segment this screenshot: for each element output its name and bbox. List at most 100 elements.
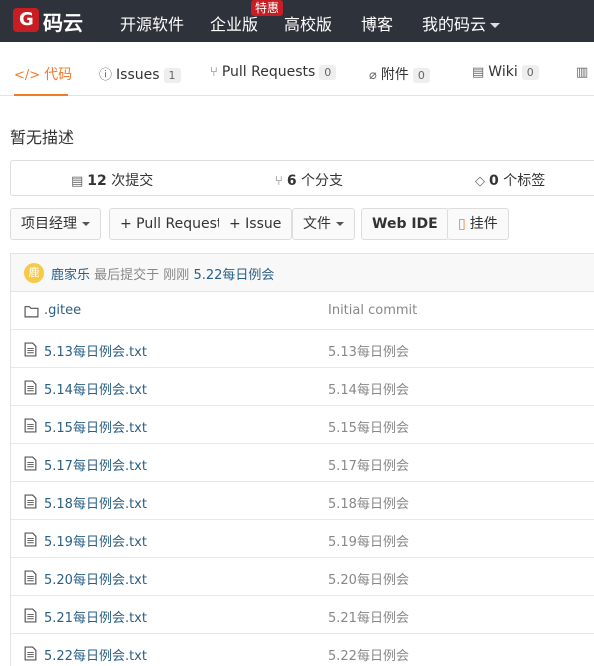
gitee-logo[interactable]: G: [13, 8, 39, 32]
commits-stat[interactable]: ▤ 12 次提交: [71, 170, 153, 190]
issues-icon: ⓘ: [99, 68, 113, 83]
avatar[interactable]: 鹿: [24, 263, 44, 283]
file-name[interactable]: 5.13每日例会.txt: [44, 341, 147, 360]
nav-my-gitee-label: 我的码云: [422, 15, 487, 34]
file-commit-message[interactable]: 5.18每日例会: [328, 493, 409, 512]
latest-commit-bar: 鹿 鹿家乐 最后提交于 刚刚 5.22每日例会: [10, 253, 594, 291]
commit-message[interactable]: 5.22每日例会: [193, 268, 274, 283]
tab-wiki-label: Wiki: [488, 64, 518, 80]
new-pull-request-button[interactable]: + Pull Request: [109, 208, 234, 240]
tab-code[interactable]: </> 代码: [14, 64, 72, 96]
issues-count: 1: [163, 68, 181, 83]
web-ide-button[interactable]: Web IDE: [361, 208, 449, 240]
commits-count: 12: [87, 173, 107, 189]
branches-label: 个分支: [301, 173, 344, 189]
manage-label: 项目经理: [21, 216, 77, 232]
special-offer-badge: 特惠: [251, 0, 284, 16]
file-name[interactable]: 5.18每日例会.txt: [44, 493, 147, 512]
nav-university[interactable]: 高校版: [284, 11, 332, 35]
file-name[interactable]: 5.14每日例会.txt: [44, 379, 147, 398]
file-icon: [24, 532, 37, 547]
pull-requests-count: 0: [319, 65, 337, 80]
file-icon: [24, 418, 37, 433]
code-icon: </>: [14, 68, 41, 83]
chevron-down-icon: [82, 222, 90, 226]
file-list: .gitee Initial commit 5.13每日例会.txt 5.13每…: [10, 291, 594, 666]
file-name[interactable]: 5.17每日例会.txt: [44, 455, 147, 474]
file-row[interactable]: 5.22每日例会.txt 5.22每日例会: [11, 634, 594, 666]
new-issue-button[interactable]: + Issue: [219, 208, 293, 240]
file-name[interactable]: .gitee: [44, 303, 81, 318]
tag-icon: ◇: [475, 174, 485, 189]
commit-info: 鹿家乐 最后提交于 刚刚 5.22每日例会: [51, 264, 274, 283]
repo-tabs: </> 代码 ⓘ Issues 1 ⑂ Pull Requests 0 ⌀ 附件 0 ▤ Wik…: [0, 50, 594, 96]
file-commit-message[interactable]: 5.19每日例会: [328, 531, 409, 550]
branch-icon: ⑂: [275, 174, 283, 189]
commit-icon: ▤: [71, 174, 84, 189]
tab-attachments[interactable]: ⌀ 附件 0: [369, 64, 430, 96]
file-row[interactable]: 5.18每日例会.txt 5.18每日例会: [11, 482, 594, 520]
file-icon: [24, 342, 37, 357]
file-row[interactable]: 5.13每日例会.txt 5.13每日例会: [11, 330, 594, 368]
pull-request-icon: ⑂: [210, 65, 218, 80]
file-icon: [24, 608, 37, 623]
logo-letter: G: [19, 9, 34, 30]
tags-label: 个标签: [503, 173, 546, 189]
file-commit-message[interactable]: 5.13每日例会: [328, 341, 409, 360]
commit-author[interactable]: 鹿家乐: [51, 268, 90, 283]
file-icon: [24, 646, 37, 661]
file-name[interactable]: 5.15每日例会.txt: [44, 417, 147, 436]
file-icon: [24, 494, 37, 509]
file-row[interactable]: 5.15每日例会.txt 5.15每日例会: [11, 406, 594, 444]
bookmark-icon: ▯: [458, 216, 466, 232]
file-row[interactable]: 5.19每日例会.txt 5.19每日例会: [11, 520, 594, 558]
chevron-down-icon: [336, 222, 344, 226]
file-name[interactable]: 5.19每日例会.txt: [44, 531, 147, 550]
wiki-count: 0: [521, 65, 539, 80]
wiki-icon: ▤: [472, 65, 485, 80]
nav-open-source[interactable]: 开源软件: [120, 11, 184, 35]
file-name[interactable]: 5.20每日例会.txt: [44, 569, 147, 588]
tab-code-label: 代码: [44, 67, 73, 83]
file-commit-message[interactable]: 5.15每日例会: [328, 417, 409, 436]
file-dropdown-button[interactable]: 文件: [292, 208, 355, 240]
tags-count: 0: [489, 173, 499, 189]
file-row[interactable]: 5.14每日例会.txt 5.14每日例会: [11, 368, 594, 406]
widget-label: 挂件: [469, 216, 498, 232]
file-row[interactable]: 5.21每日例会.txt 5.21每日例会: [11, 596, 594, 634]
file-row[interactable]: .gitee Initial commit: [11, 292, 594, 330]
tab-stats[interactable]: ▥: [576, 64, 592, 96]
tab-pull-requests[interactable]: ⑂ Pull Requests 0: [210, 64, 337, 96]
commit-time: 最后提交于 刚刚: [94, 268, 190, 283]
file-commit-message[interactable]: 5.21每日例会: [328, 607, 409, 626]
file-label: 文件: [303, 216, 331, 232]
file-commit-message[interactable]: 5.14每日例会: [328, 379, 409, 398]
commits-label: 次提交: [111, 173, 154, 189]
attachment-icon: ⌀: [369, 68, 377, 83]
file-commit-message[interactable]: Initial commit: [328, 303, 417, 318]
file-commit-message[interactable]: 5.20每日例会: [328, 569, 409, 588]
repo-stats-bar: ▤ 12 次提交 ⑂ 6 个分支 ◇ 0 个标签: [10, 160, 594, 196]
branches-stat[interactable]: ⑂ 6 个分支: [275, 170, 343, 190]
tab-attachments-label: 附件: [380, 67, 409, 83]
nav-blog[interactable]: 博客: [361, 11, 393, 35]
file-row[interactable]: 5.20每日例会.txt 5.20每日例会: [11, 558, 594, 596]
tab-pull-requests-label: Pull Requests: [221, 64, 316, 80]
file-icon: [24, 456, 37, 471]
attachments-count: 0: [412, 68, 430, 83]
manage-dropdown-button[interactable]: 项目经理: [10, 208, 101, 240]
tab-issues[interactable]: ⓘ Issues 1: [99, 64, 181, 96]
file-name[interactable]: 5.21每日例会.txt: [44, 607, 147, 626]
file-commit-message[interactable]: 5.22每日例会: [328, 645, 409, 664]
widget-button[interactable]: ▯ 挂件: [447, 208, 509, 240]
tags-stat[interactable]: ◇ 0 个标签: [475, 170, 545, 190]
top-nav: G 码云 开源软件 企业版 特惠 高校版 博客 我的码云: [0, 0, 594, 42]
file-row[interactable]: 5.17每日例会.txt 5.17每日例会: [11, 444, 594, 482]
nav-my-gitee[interactable]: 我的码云: [422, 11, 501, 35]
file-commit-message[interactable]: 5.17每日例会: [328, 455, 409, 474]
file-name[interactable]: 5.22每日例会.txt: [44, 645, 147, 664]
repo-description: 暂无描述: [10, 128, 75, 147]
chart-icon: ▥: [576, 65, 589, 80]
brand-name[interactable]: 码云: [43, 7, 83, 36]
tab-wiki[interactable]: ▤ Wiki 0: [472, 64, 539, 96]
